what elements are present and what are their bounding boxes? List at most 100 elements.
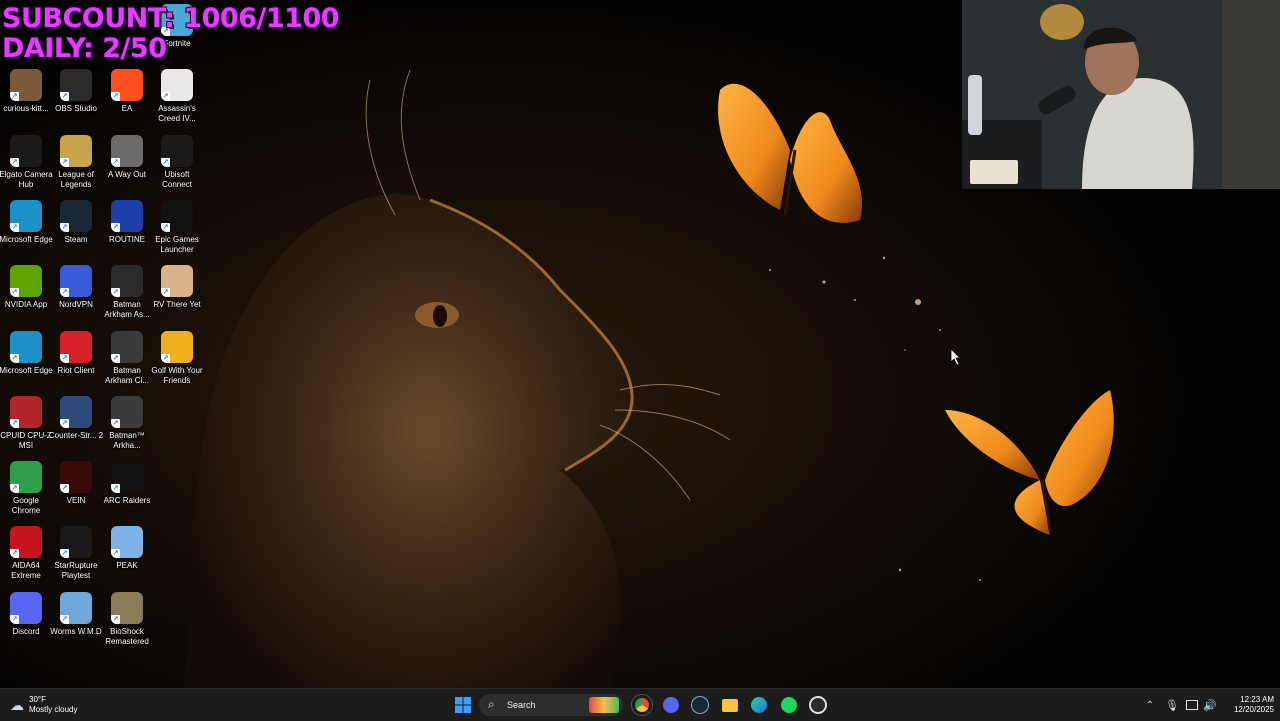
search-icon: ⌕ — [488, 697, 495, 711]
desktop-icon-label: Microsoft Edge — [0, 234, 53, 244]
shortcut-arrow-icon: ↗ — [60, 484, 69, 494]
taskbar-file-explorer[interactable] — [720, 693, 740, 717]
elgato-icon: ↗ — [10, 134, 42, 167]
desktop-icon[interactable]: ↗ Batman™ Arkha... — [101, 395, 153, 458]
daily-overlay: DAILY: 2/50 — [2, 33, 167, 64]
taskbar-edge[interactable] — [749, 693, 769, 717]
desktop-icon-label: Ubisoft Connect — [162, 169, 192, 189]
desktop-icon[interactable]: ↗ Epic Games Launcher — [151, 199, 203, 262]
desktop-icon[interactable]: ↗ BioShock Remastered — [101, 591, 153, 654]
vein-icon: ↗ — [60, 461, 92, 494]
assassins-creed-icon: ↗ — [161, 69, 193, 102]
volume-tray[interactable]: 🔊 — [1202, 693, 1218, 717]
desktop-icon[interactable]: ↗ NordVPN — [50, 265, 102, 327]
clock[interactable]: 12:23 AM 12/20/2025 — [1222, 693, 1274, 717]
desktop-icon[interactable]: ↗ Riot Client — [50, 330, 102, 393]
taskbar-steam[interactable] — [690, 693, 710, 717]
desktop-icon[interactable]: ↗ Microsoft Edge — [0, 199, 53, 262]
desktop-icon[interactable]: ↗ Steam — [50, 199, 102, 262]
desktop-icon[interactable]: ↗ League of Legends — [50, 134, 102, 197]
shortcut-arrow-icon: ↗ — [10, 353, 19, 363]
desktop-icon[interactable]: ↗ Assassin's Creed IV... — [151, 69, 203, 131]
taskbar-obs[interactable] — [808, 693, 828, 717]
taskbar-discord[interactable] — [661, 693, 681, 717]
desktop-icon[interactable]: ↗ ARC Raiders — [101, 461, 153, 523]
desktop-icon-label: Counter-Str... 2 — [48, 430, 104, 440]
desktop-icon-label: StarRupture Playtest — [54, 561, 98, 581]
windows-icon — [455, 697, 471, 713]
batman-city-icon: ↗ — [111, 330, 143, 363]
shortcut-arrow-icon: ↗ — [111, 484, 120, 494]
desktop-icon[interactable]: ↗ EA — [101, 69, 153, 131]
webcam-feed — [962, 0, 1280, 189]
desktop-icon[interactable]: ↗ CPUID CPU-Z MSI — [0, 395, 52, 458]
desktop-icon-label: League of Legends — [58, 169, 94, 189]
rv-there-yet-icon: ↗ — [161, 265, 193, 298]
edge-icon — [751, 697, 767, 713]
weather-condition: Mostly cloudy — [29, 705, 78, 714]
league-of-legends-icon: ↗ — [60, 134, 92, 167]
desktop-icon[interactable]: ↗ Counter-Str... 2 — [48, 395, 104, 458]
desktop-icon-label: BioShock Remastered — [105, 626, 149, 646]
desktop-icon-label: Riot Client — [57, 365, 95, 375]
desktop-icon-label: VEIN — [66, 496, 86, 506]
desktop-icon-label: Batman Arkham Ci... — [104, 365, 149, 385]
desktop-icon[interactable]: ↗ ROUTINE — [101, 199, 153, 262]
desktop-icon[interactable]: ↗ RV There Yet — [151, 265, 203, 327]
desktop-icon[interactable]: ↗ Batman Arkham Ci... — [101, 330, 153, 393]
search-box[interactable]: ⌕ Search — [479, 694, 623, 716]
taskbar-spotify[interactable] — [779, 693, 799, 717]
desktop-icon[interactable]: ↗ StarRupture Playtest — [50, 526, 102, 588]
clock-time: 12:23 AM — [1240, 695, 1274, 704]
desktop-icon[interactable]: ↗ Batman Arkham As... — [101, 265, 153, 327]
desktop-icon[interactable]: ↗ Google Chrome — [0, 461, 52, 523]
desktop-icon[interactable]: ↗ PEAK — [101, 526, 153, 588]
batman-knight-icon: ↗ — [111, 395, 143, 428]
cloud-icon: ☁ — [10, 696, 24, 713]
desktop-icon[interactable]: ↗ A Way Out — [101, 134, 153, 197]
shortcut-arrow-icon: ↗ — [60, 92, 69, 102]
spotify-icon — [781, 697, 797, 713]
desktop-icon[interactable]: ↗ Elgato Camera Hub — [0, 134, 53, 197]
edge-icon: ↗ — [10, 199, 42, 232]
cpuz-icon: ↗ — [10, 395, 42, 428]
weather-widget[interactable]: ☁ 30°F Mostly cloudy — [10, 693, 100, 717]
nordvpn-icon: ↗ — [60, 265, 92, 298]
obs-icon: ↗ — [60, 69, 92, 102]
show-hidden-icons[interactable]: ⌃ — [1142, 693, 1158, 717]
start-button[interactable] — [452, 693, 474, 717]
desktop-icon[interactable]: ↗ VEIN — [50, 461, 102, 523]
chevron-up-icon: ⌃ — [1145, 699, 1155, 711]
desktop-icon[interactable]: ↗ AIDA64 Extreme — [0, 526, 52, 588]
desktop-icon-label: Microsoft Edge — [0, 365, 53, 375]
desktop-icon-label: Assassin's Creed IV... — [158, 104, 196, 124]
worms-icon: ↗ — [60, 591, 92, 624]
microphone-tray[interactable]: 🎙 — [1164, 693, 1180, 717]
desktop-icon[interactable]: ↗ Microsoft Edge — [0, 330, 53, 393]
discord-icon — [663, 697, 679, 713]
desktop-icon[interactable]: ↗ Ubisoft Connect — [151, 134, 203, 197]
desktop-icon[interactable]: ↗ Worms W.M.D — [50, 591, 102, 654]
shortcut-arrow-icon: ↗ — [10, 222, 19, 232]
starrupture-icon: ↗ — [60, 526, 92, 559]
network-tray[interactable] — [1184, 693, 1200, 717]
desktop-icon-label: Batman Arkham As... — [104, 300, 150, 320]
shortcut-arrow-icon: ↗ — [10, 157, 19, 167]
desktop-icon[interactable]: ↗ curious-kitt... — [0, 69, 52, 131]
shortcut-arrow-icon: ↗ — [161, 92, 170, 102]
desktop-icon[interactable]: ↗ NVIDIA App — [0, 265, 52, 327]
shortcut-arrow-icon: ↗ — [161, 288, 170, 298]
taskbar-chrome[interactable] — [632, 693, 652, 717]
desktop-icon-label: A Way Out — [108, 169, 146, 179]
edge-icon: ↗ — [10, 330, 42, 363]
desktop-icon[interactable]: ↗ Discord — [0, 591, 52, 654]
chrome-icon: ↗ — [10, 461, 42, 494]
shortcut-arrow-icon: ↗ — [111, 222, 120, 232]
desktop-icon[interactable]: ↗ OBS Studio — [50, 69, 102, 131]
desktop-icon[interactable]: ↗ Golf With Your Friends — [151, 330, 203, 393]
epic-games-icon: ↗ — [161, 199, 193, 232]
batman-asylum-icon: ↗ — [111, 265, 143, 298]
desktop-icon-label: curious-kitt... — [3, 104, 49, 114]
shortcut-arrow-icon: ↗ — [161, 157, 170, 167]
desktop-icon-label: ARC Raiders — [103, 496, 151, 506]
